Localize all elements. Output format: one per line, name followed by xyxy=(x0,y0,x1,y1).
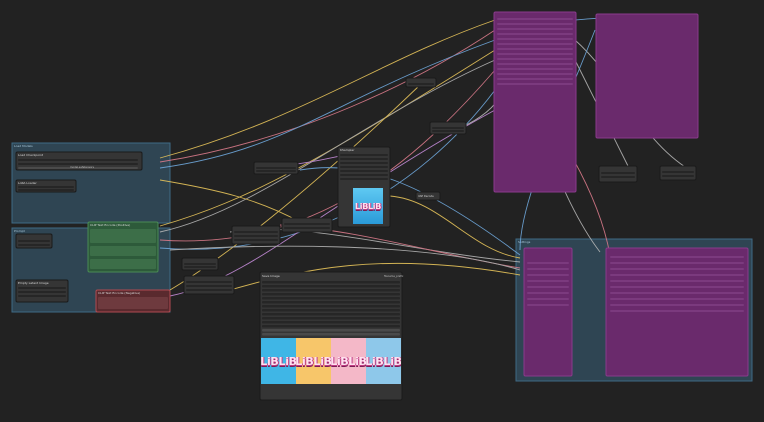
node-lora-title: LoRA Loader xyxy=(18,181,37,185)
batch-logo-text-4: LiBLiB xyxy=(366,354,401,368)
node-mid-e[interactable] xyxy=(183,275,235,295)
batch-image-1[interactable]: LiBLiB xyxy=(261,338,296,384)
preview-logo-text: LiBLiB xyxy=(354,201,382,211)
batch-image-3[interactable]: LiBLiB xyxy=(331,338,366,384)
node-mid-c[interactable] xyxy=(281,217,333,233)
batch-logo-text-1: LiBLiB xyxy=(261,354,296,368)
node-mid-a[interactable] xyxy=(253,161,299,175)
node-latent[interactable]: Empty Latent Image xyxy=(15,279,69,303)
node-mid-f[interactable] xyxy=(405,77,437,88)
batch-images: LiBLiB LiBLiB LiBLiB LiBLiB xyxy=(261,338,401,384)
batch-image-2[interactable]: LiBLiB xyxy=(296,338,331,384)
checkpoint-widget-value: model.safetensors xyxy=(70,166,94,169)
node-negative-title: CLIP Text Encode (Negative) xyxy=(98,291,140,295)
node-positive[interactable]: CLIP Text Encode (Positive) xyxy=(87,221,159,273)
node-right-small-b[interactable] xyxy=(659,165,697,181)
node-positive-title: CLIP Text Encode (Positive) xyxy=(90,223,130,227)
node-purple-main[interactable] xyxy=(493,11,577,193)
node-batch-label: filename_prefix xyxy=(384,274,404,278)
node-small-left[interactable] xyxy=(15,233,53,249)
node-vae[interactable]: VAE Decode xyxy=(415,191,441,201)
node-latent-title: Empty Latent Image xyxy=(18,281,49,285)
node-batch-title: Save Image xyxy=(262,274,280,278)
node-mid-d[interactable] xyxy=(181,257,219,271)
wire[interactable] xyxy=(389,195,521,259)
node-lora[interactable]: LoRA Loader xyxy=(15,179,77,193)
node-mid-g[interactable] xyxy=(429,121,467,135)
wire[interactable] xyxy=(169,109,496,297)
wire[interactable] xyxy=(159,19,496,159)
batch-logo-text-3: LiBLiB xyxy=(331,354,366,368)
node-right-small-a[interactable] xyxy=(598,165,638,183)
batch-logo-text-2: LiBLiB xyxy=(296,354,331,368)
node-checkpoint-title: Load Checkpoint xyxy=(18,153,44,157)
node-sampler-title: KSampler xyxy=(340,148,355,152)
wire[interactable] xyxy=(159,49,496,227)
preview-image[interactable]: LiBLiB xyxy=(353,188,383,224)
wire[interactable] xyxy=(299,167,521,256)
group-bottom-title: Prompt xyxy=(14,229,26,233)
group-top-title: Load Models xyxy=(14,144,33,148)
batch-image-4[interactable]: LiBLiB xyxy=(366,338,401,384)
node-negative[interactable]: CLIP Text Encode (Negative) xyxy=(95,289,171,313)
node-mid-b[interactable] xyxy=(231,225,281,245)
wire[interactable] xyxy=(159,39,496,169)
node-settings-right[interactable] xyxy=(605,247,749,377)
node-settings-left[interactable] xyxy=(523,247,573,377)
node-vae-title: VAE Decode xyxy=(418,194,434,198)
node-purple-secondary[interactable] xyxy=(595,13,699,139)
